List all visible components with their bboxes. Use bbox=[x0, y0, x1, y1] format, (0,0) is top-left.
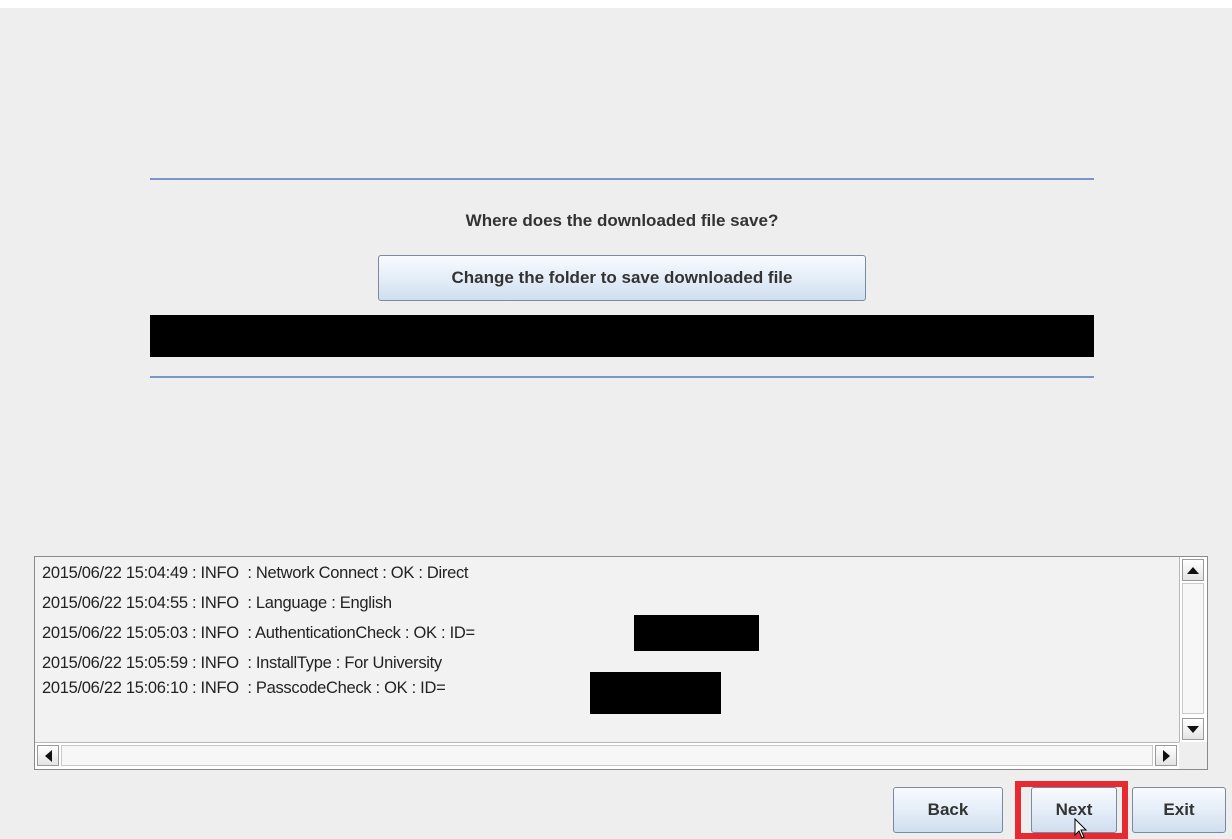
scroll-up-button[interactable] bbox=[1182, 559, 1204, 581]
separator-bottom bbox=[150, 376, 1094, 378]
save-location-question: Where does the downloaded file save? bbox=[465, 211, 779, 230]
arrow-left-icon bbox=[44, 749, 52, 762]
scroll-left-button[interactable] bbox=[37, 745, 59, 766]
log-line: 2015/06/22 15:05:03 : INFO : Authenticat… bbox=[42, 624, 475, 642]
log-line: 2015/06/22 15:05:59 : INFO : InstallType… bbox=[42, 654, 442, 672]
save-path-redacted bbox=[150, 315, 1094, 357]
next-button-highlight bbox=[1015, 781, 1128, 839]
mouse-pointer-icon bbox=[1074, 818, 1088, 839]
scroll-down-button[interactable] bbox=[1182, 718, 1204, 740]
arrow-up-icon bbox=[1187, 566, 1199, 574]
passcode-id-redacted bbox=[590, 672, 721, 714]
change-folder-button[interactable]: Change the folder to save downloaded fil… bbox=[378, 255, 866, 301]
log-panel[interactable]: 2015/06/22 15:04:49 : INFO : Network Con… bbox=[34, 556, 1208, 770]
scroll-right-button[interactable] bbox=[1155, 745, 1177, 766]
horizontal-scrollbar[interactable] bbox=[35, 742, 1179, 769]
separator-top bbox=[150, 178, 1094, 180]
log-line: 2015/06/22 15:04:49 : INFO : Network Con… bbox=[42, 564, 469, 582]
vertical-scrollbar[interactable] bbox=[1179, 557, 1207, 742]
arrow-down-icon bbox=[1187, 725, 1199, 733]
log-text-area[interactable]: 2015/06/22 15:04:49 : INFO : Network Con… bbox=[35, 557, 1179, 742]
installer-window: Where does the downloaded file save? Cha… bbox=[0, 0, 1232, 839]
exit-button[interactable]: Exit bbox=[1132, 787, 1226, 833]
window-top-strip bbox=[0, 0, 1232, 8]
arrow-right-icon bbox=[1162, 749, 1170, 762]
log-line: 2015/06/22 15:06:10 : INFO : PasscodeChe… bbox=[42, 679, 446, 697]
vertical-scroll-track[interactable] bbox=[1182, 583, 1204, 714]
back-button[interactable]: Back bbox=[893, 787, 1003, 833]
scrollbar-corner bbox=[1179, 742, 1207, 769]
auth-id-redacted bbox=[634, 615, 759, 651]
horizontal-scroll-track[interactable] bbox=[61, 745, 1153, 766]
log-line: 2015/06/22 15:04:55 : INFO : Language : … bbox=[42, 594, 392, 612]
